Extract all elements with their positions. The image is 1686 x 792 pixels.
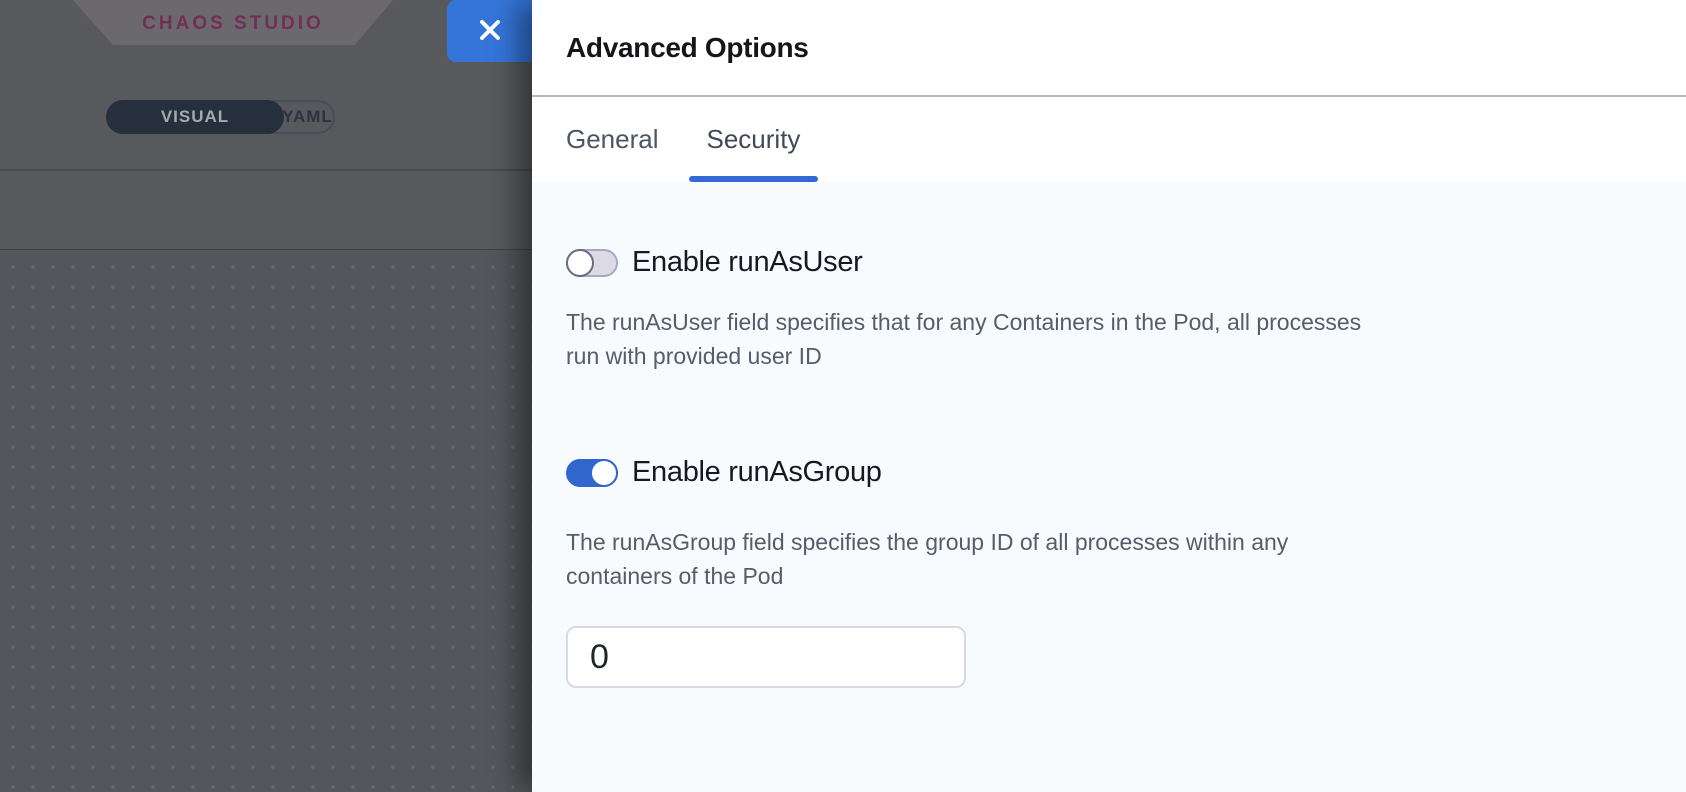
advanced-options-drawer: Advanced Options General Security Enable…	[532, 0, 1686, 792]
run-as-group-description: The runAsGroup field specifies the group…	[566, 525, 1576, 593]
drawer-tabs: General Security	[532, 97, 1686, 182]
chaos-studio-screen: CHAOS STUDIO VISUAL YAML Advanced Option…	[0, 0, 1686, 792]
run-as-group-row: Enable runAsGroup	[566, 456, 1652, 489]
active-tab-underline	[689, 176, 819, 182]
visual-yaml-toggle: VISUAL YAML	[106, 100, 335, 134]
chaos-studio-banner: CHAOS STUDIO	[73, 0, 393, 45]
toggle-knob	[566, 249, 594, 277]
brand-title: CHAOS STUDIO	[142, 11, 324, 35]
tab-general[interactable]: General	[566, 97, 659, 182]
run-as-group-toggle[interactable]	[566, 459, 618, 487]
visual-view-button[interactable]: VISUAL	[106, 100, 284, 134]
toggle-knob	[590, 459, 618, 487]
run-as-group-label: Enable runAsGroup	[632, 456, 882, 489]
run-as-user-label: Enable runAsUser	[632, 246, 863, 279]
dimmed-editor-backdrop: CHAOS STUDIO VISUAL YAML	[0, 0, 532, 792]
drawer-header: Advanced Options	[532, 0, 1686, 97]
run-as-user-description: The runAsUser field specifies that for a…	[566, 305, 1576, 373]
security-tab-content: Enable runAsUser The runAsUser field spe…	[532, 182, 1686, 792]
close-icon	[477, 17, 503, 46]
toolbar-divider	[0, 169, 532, 171]
close-drawer-button[interactable]	[447, 0, 532, 62]
tab-security[interactable]: Security	[707, 97, 801, 182]
run-as-group-value-input[interactable]	[566, 626, 966, 688]
run-as-user-toggle[interactable]	[566, 249, 618, 277]
yaml-view-button[interactable]: YAML	[282, 102, 333, 132]
drawer-title: Advanced Options	[566, 32, 809, 64]
run-as-user-row: Enable runAsUser	[566, 246, 1652, 279]
dot-grid-canvas	[0, 249, 532, 792]
